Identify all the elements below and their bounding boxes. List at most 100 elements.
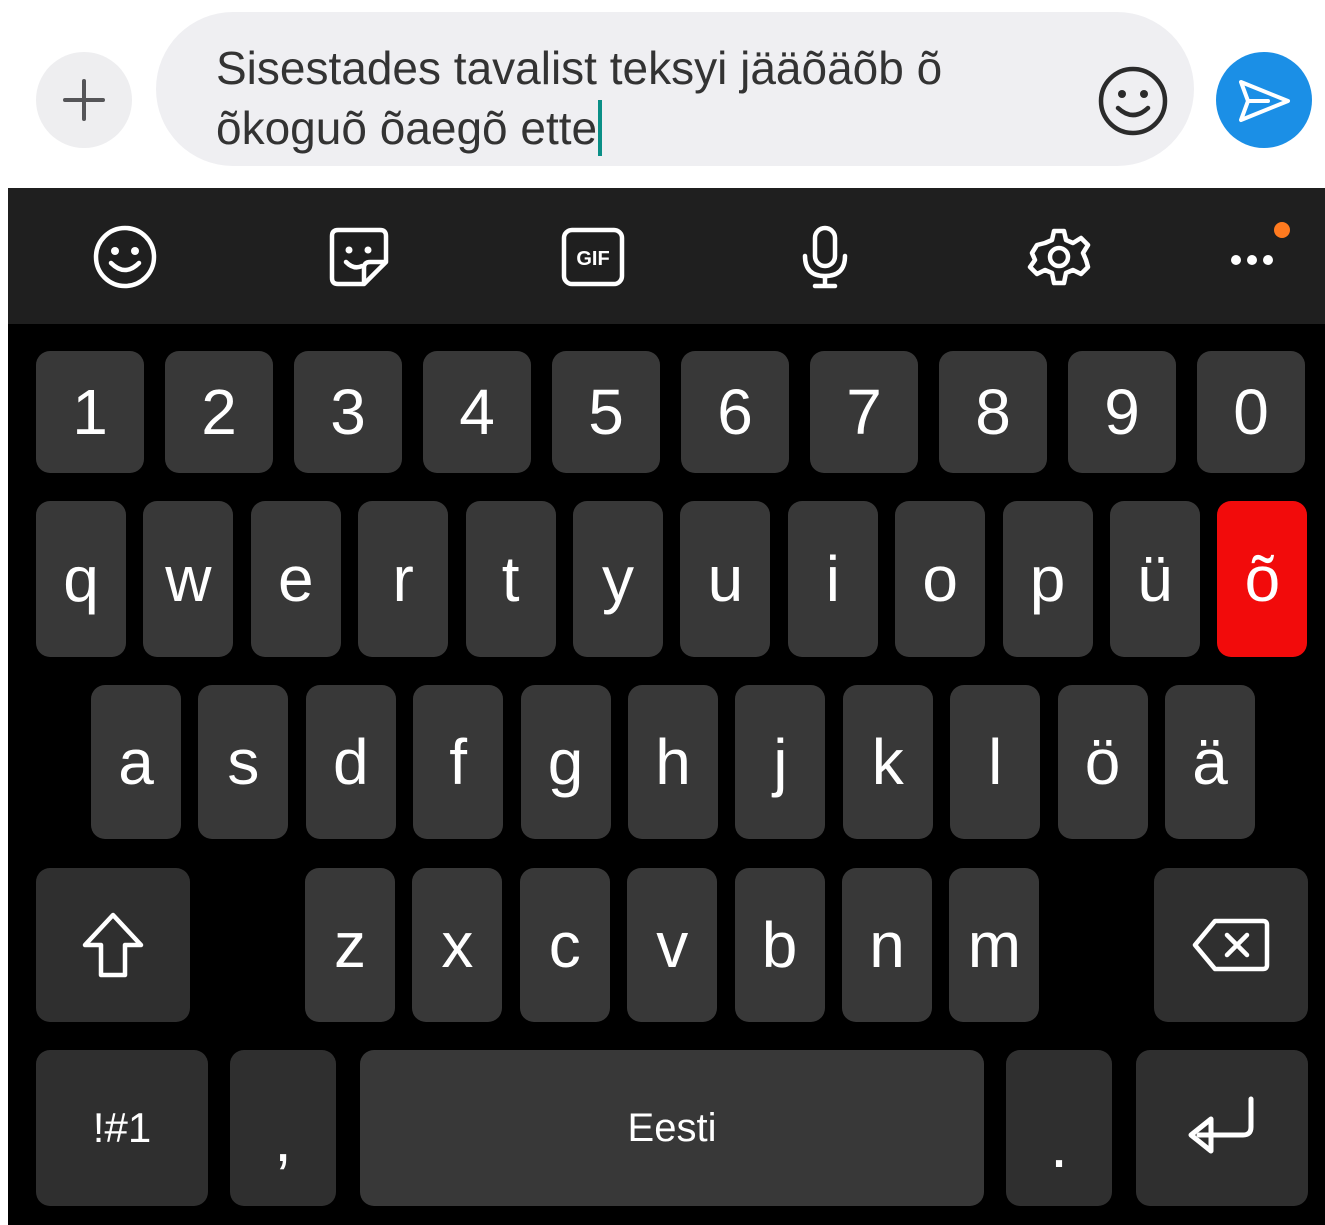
letter-key-label: d	[333, 726, 369, 798]
symbols-key[interactable]: !#1	[36, 1050, 208, 1206]
enter-key[interactable]	[1136, 1050, 1308, 1206]
letter-key[interactable]: t	[465, 501, 556, 657]
text-caret	[598, 100, 603, 156]
toolbar-settings-button[interactable]	[1024, 222, 1094, 292]
letter-key[interactable]: p	[1002, 501, 1093, 657]
toolbar-sticker-button[interactable]	[324, 222, 394, 292]
number-key[interactable]: 3	[294, 351, 402, 473]
number-key[interactable]: 0	[1197, 351, 1305, 473]
number-key-label: 1	[72, 376, 108, 448]
toolbar-more-button[interactable]	[1224, 222, 1294, 292]
letter-key[interactable]: q	[36, 501, 126, 657]
period-key[interactable]: .	[1006, 1050, 1112, 1206]
send-icon	[1239, 80, 1290, 122]
enter-icon	[1188, 1096, 1254, 1154]
number-key-label: 4	[459, 376, 495, 448]
letter-key[interactable]: c	[519, 868, 610, 1022]
number-key[interactable]: 1	[36, 351, 144, 473]
letter-key-label: y	[602, 543, 634, 615]
notification-badge-dot	[1274, 222, 1290, 238]
letter-key[interactable]: e	[250, 501, 341, 657]
smiley-icon	[93, 225, 157, 289]
message-input-text[interactable]: Sisestades tavalist teksyi jääõäõb õ õko…	[216, 42, 942, 154]
number-key[interactable]: 4	[423, 351, 531, 473]
letter-key[interactable]: o	[895, 501, 986, 657]
letter-key[interactable]: u	[680, 501, 771, 657]
number-key-label: 8	[975, 376, 1011, 448]
number-key[interactable]: 9	[1068, 351, 1176, 473]
soft-keyboard: GIF 123 45678 9 0 q w e r t y u i o p ü õ a…	[8, 188, 1325, 1225]
space-bar[interactable]: Eesti	[360, 1050, 984, 1206]
letter-key[interactable]: õ	[1217, 501, 1308, 657]
letter-key-label: z	[334, 909, 366, 981]
number-key-label: 9	[1104, 376, 1140, 448]
letter-key-label: m	[967, 909, 1022, 981]
letter-key-label: u	[707, 543, 744, 615]
letter-key[interactable]: k	[842, 685, 933, 839]
letter-key-label: q	[63, 543, 99, 615]
letter-key[interactable]: ü	[1110, 501, 1200, 657]
send-button[interactable]	[1216, 52, 1312, 148]
letter-key[interactable]: v	[627, 868, 718, 1022]
message-input-field[interactable]: Sisestades tavalist teksyi jääõäõb õ õko…	[156, 12, 1194, 166]
gif-icon: GIF	[561, 227, 625, 287]
symbols-key-label: !#1	[92, 1104, 152, 1151]
letter-key-label: v	[656, 909, 689, 981]
backspace-icon	[1192, 918, 1270, 972]
shift-key[interactable]	[36, 868, 190, 1022]
letter-key-label: b	[761, 909, 798, 981]
letter-key[interactable]: d	[305, 685, 396, 839]
smiley-icon	[1098, 66, 1168, 136]
emoji-button[interactable]	[1096, 64, 1170, 138]
attach-plus-button[interactable]	[36, 52, 132, 148]
letter-key[interactable]: ä	[1165, 685, 1255, 839]
number-key[interactable]: 5	[552, 351, 660, 473]
letter-key[interactable]: j	[735, 685, 826, 839]
letter-key[interactable]: f	[413, 685, 504, 839]
letter-key-label: x	[441, 909, 474, 981]
letter-key[interactable]: g	[520, 685, 611, 839]
letter-key-label: l	[988, 726, 1003, 798]
period-key-label: .	[1050, 1109, 1068, 1181]
microphone-icon	[802, 225, 848, 289]
letter-key[interactable]: a	[91, 685, 181, 839]
number-key[interactable]: 7	[810, 351, 918, 473]
gif-label: GIF	[576, 248, 609, 270]
comma-key[interactable]: ,	[230, 1050, 336, 1206]
number-key[interactable]: 2	[165, 351, 273, 473]
letter-key[interactable]: r	[358, 501, 449, 657]
letter-key-label: f	[449, 726, 468, 798]
toolbar-voice-button[interactable]	[790, 222, 860, 292]
toolbar-emoji-button[interactable]	[90, 222, 160, 292]
letter-key[interactable]: w	[143, 501, 234, 657]
letter-key-label: p	[1029, 543, 1066, 615]
letter-key-label: c	[548, 909, 581, 981]
letter-key[interactable]: i	[787, 501, 878, 657]
letter-key[interactable]: y	[573, 501, 663, 657]
letter-key[interactable]: n	[842, 868, 932, 1022]
letter-key[interactable]: x	[412, 868, 503, 1022]
number-key-label: 3	[330, 376, 366, 448]
letter-key[interactable]: m	[949, 868, 1040, 1022]
letter-key-label: w	[165, 543, 212, 615]
letter-key[interactable]: z	[305, 868, 395, 1022]
gear-icon	[1027, 228, 1091, 286]
letter-key[interactable]: l	[950, 685, 1041, 839]
letter-key[interactable]: b	[734, 868, 825, 1022]
keyboard-toolbar: GIF	[8, 188, 1325, 324]
number-key-label: 0	[1233, 376, 1269, 448]
letter-key-label: o	[922, 543, 958, 615]
letter-key[interactable]: s	[198, 685, 289, 839]
letter-key[interactable]: h	[628, 685, 718, 839]
letter-key-label: k	[871, 726, 904, 798]
number-key-label: 6	[717, 376, 753, 448]
letter-key-label: i	[825, 543, 840, 615]
number-key[interactable]: 6	[681, 351, 789, 473]
letter-key-label: g	[547, 726, 584, 798]
letter-key-label: s	[227, 726, 260, 798]
letter-key-label: ä	[1192, 726, 1228, 798]
number-key[interactable]: 8	[939, 351, 1047, 473]
letter-key[interactable]: ö	[1057, 685, 1148, 839]
toolbar-gif-button[interactable]: GIF	[558, 222, 628, 292]
backspace-key[interactable]	[1154, 868, 1308, 1022]
